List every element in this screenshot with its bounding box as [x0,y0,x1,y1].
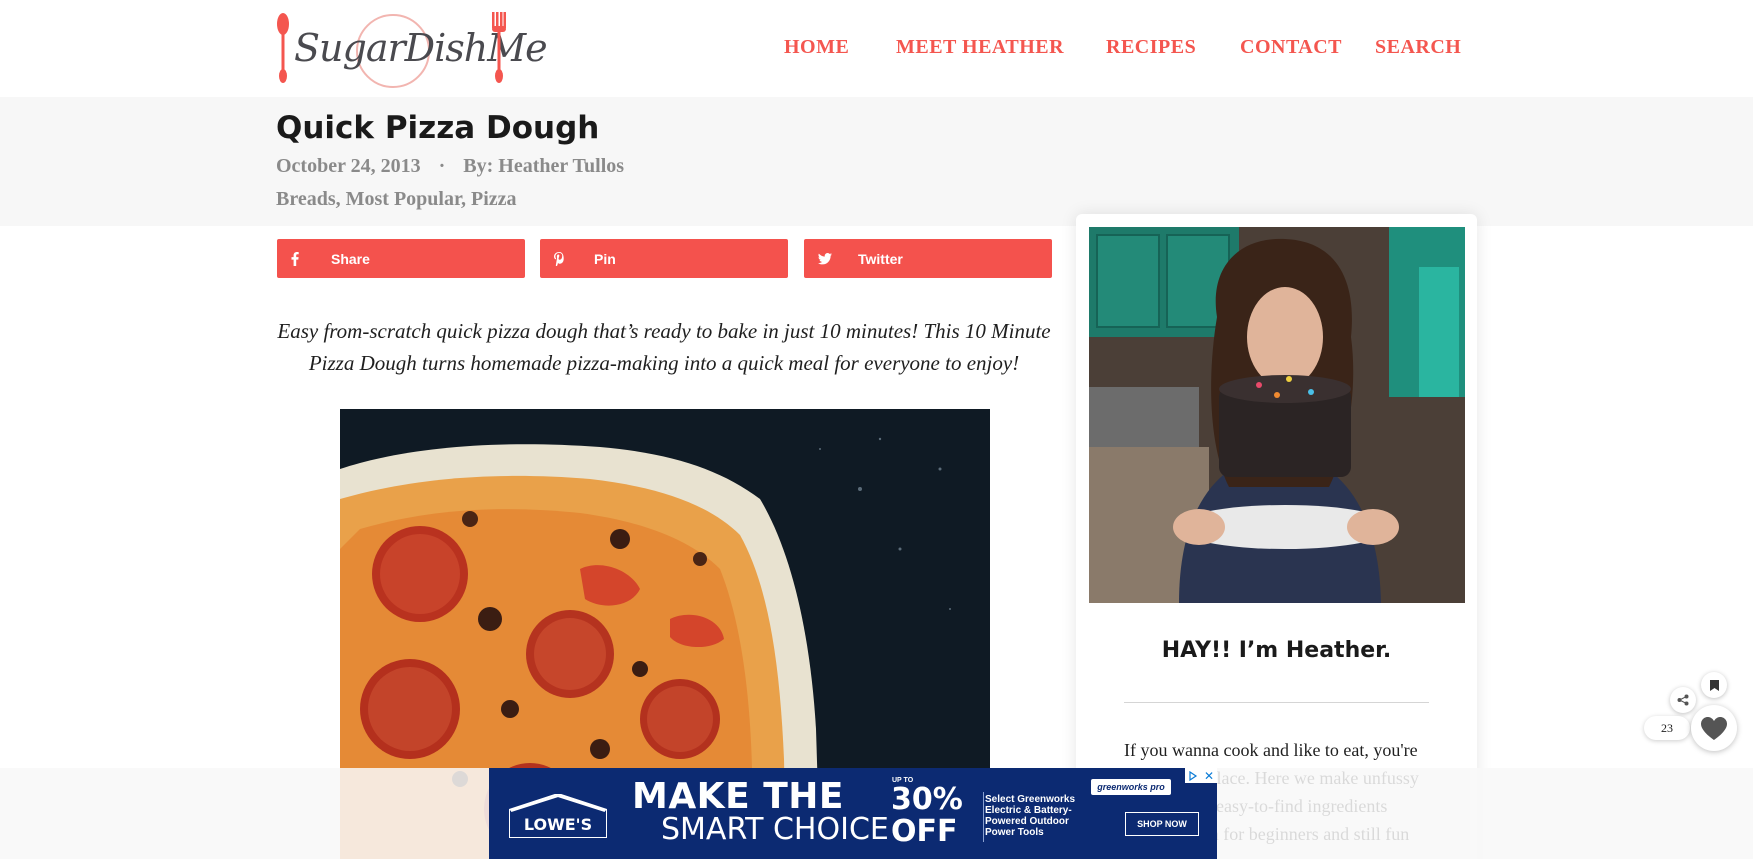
heart-icon [1701,716,1727,740]
nav-meet-heather[interactable]: MEET HEATHER [896,36,1064,59]
sidebar-heading: HAY!! I’m Heather. [1161,638,1392,663]
post-meta: October 24, 2013 · By: Heather Tullos [276,155,624,178]
ad-headline-2: SMART CHOICE [661,812,889,847]
favorite-count: 23 [1644,716,1690,740]
ad-description: Select Greenworks Electric & Battery-Pow… [985,794,1076,838]
pinterest-pin-label: Pin [594,250,616,267]
bookmark-button[interactable] [1701,672,1727,698]
nav-search[interactable]: SEARCH [1375,36,1461,59]
main-nav: HOME MEET HEATHER RECIPES CONTACT SEARCH [0,36,1753,62]
title-band [0,97,1753,226]
pinterest-icon [554,251,578,267]
facebook-share-button[interactable]: Share [277,239,525,278]
site-logo[interactable]: SugarDishMe [276,10,548,88]
ad-close-icon[interactable]: ✕ [1201,768,1217,783]
author-photo [1089,227,1465,603]
facebook-icon [291,251,315,267]
site-header: SugarDishMe HOME MEET HEATHER RECIPES CO… [0,0,1753,97]
share-icon [1677,694,1689,706]
favorite-heart-button[interactable] [1691,705,1737,751]
ad-divider [983,792,984,842]
pinterest-pin-button[interactable]: Pin [540,239,788,278]
fork-icon [492,12,506,83]
ad-percent: 30% [891,782,963,817]
post-date: October 24, 2013 [276,155,421,177]
nav-home[interactable]: HOME [784,36,849,59]
post-author[interactable]: By: Heather Tullos [463,155,624,177]
twitter-share-label: Twitter [858,250,903,267]
spoon-icon [277,13,289,83]
meta-separator: · [438,155,446,177]
ad-shop-now-button[interactable]: SHOP NOW [1125,812,1199,836]
ad-info-icon[interactable] [1185,768,1201,783]
twitter-icon [818,251,842,267]
ad-headline-1: MAKE THE [632,776,844,817]
nav-contact[interactable]: CONTACT [1240,36,1342,59]
ad-off: OFF [891,814,958,849]
share-floating-button[interactable] [1670,687,1696,713]
ad-banner[interactable]: LOWE'S MAKE THE SMART CHOICE UP TO 30% O… [489,768,1217,859]
lowes-logo-text: LOWE'S [524,815,592,834]
sidebar-divider [1124,702,1429,703]
facebook-share-label: Share [331,250,370,267]
twitter-share-button[interactable]: Twitter [804,239,1052,278]
post-title: Quick Pizza Dough [276,110,600,146]
ad-partner-logo: greenworks pro [1091,779,1171,795]
post-intro: Easy from-scratch quick pizza dough that… [277,319,1051,375]
lowes-logo: LOWE'S [509,794,607,838]
logo-text: SugarDishMe [294,26,548,70]
nav-recipes[interactable]: RECIPES [1106,36,1196,59]
post-categories[interactable]: Breads, Most Popular, Pizza [276,188,517,211]
bookmark-icon [1709,679,1719,691]
